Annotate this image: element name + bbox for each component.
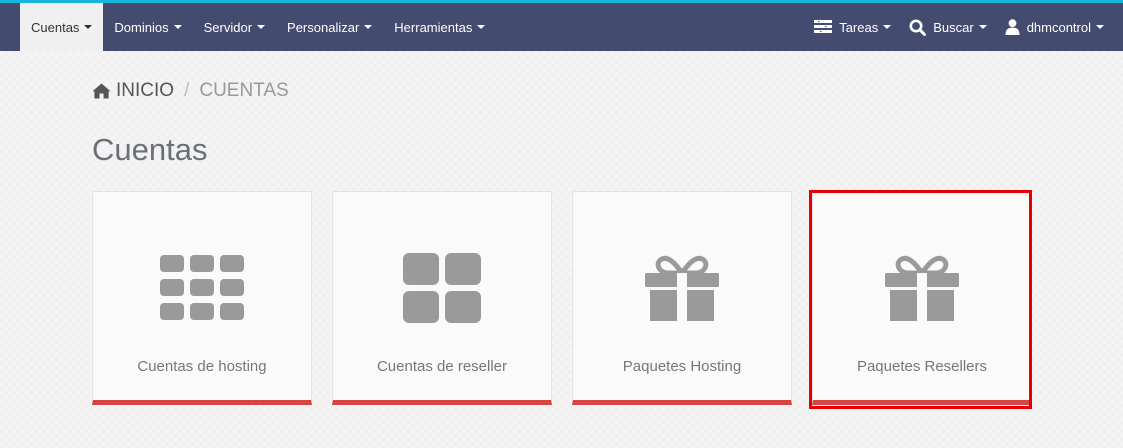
- breadcrumb-home[interactable]: INICIO: [92, 80, 174, 102]
- menu-buscar-label: Buscar: [933, 19, 974, 35]
- menu-cuentas[interactable]: Cuentas: [20, 3, 104, 51]
- card-label: Cuentas de reseller: [376, 358, 508, 375]
- page-title: Cuentas: [92, 132, 208, 167]
- card-cuentas-de-hosting[interactable]: Cuentas de hosting: [92, 191, 312, 405]
- breadcrumb-home-label: INICIO: [116, 80, 175, 101]
- menu-dominios-label: Dominios: [114, 19, 169, 35]
- caret-down-icon: [364, 25, 373, 29]
- menu-dominios[interactable]: Dominios: [103, 3, 192, 51]
- card-paquetes-resellers[interactable]: Paquetes Resellers: [812, 191, 1032, 405]
- grid-four-icon: [333, 252, 551, 324]
- caret-down-icon: [1096, 25, 1104, 29]
- caret-down-icon: [173, 25, 182, 29]
- breadcrumb: INICIO / CUENTAS: [92, 80, 289, 102]
- gift-icon: [573, 252, 791, 324]
- menu-usuario[interactable]: dhmcontrol: [996, 3, 1113, 51]
- menu-tareas[interactable]: Tareas: [805, 3, 900, 51]
- menu-servidor[interactable]: Servidor: [193, 3, 276, 51]
- card-label: Cuentas de hosting: [137, 358, 267, 375]
- menu-tareas-label: Tareas: [839, 19, 879, 35]
- menu-buscar[interactable]: Buscar: [900, 3, 995, 51]
- caret-down-icon: [883, 25, 892, 29]
- caret-down-icon: [257, 25, 266, 29]
- user-menu: Tareas Buscar dhmcontrol: [805, 3, 1113, 51]
- home-icon: [92, 83, 111, 99]
- menu-herramientas[interactable]: Herramientas: [383, 3, 496, 51]
- caret-down-icon: [477, 25, 486, 29]
- user-icon: [1005, 19, 1020, 35]
- top-navbar: Cuentas Dominios Servidor Personalizar H…: [0, 3, 1123, 51]
- card-label: Paquetes Resellers: [856, 358, 988, 375]
- breadcrumb-separator: /: [184, 80, 190, 101]
- grid-nine-icon: [93, 252, 311, 324]
- menu-servidor-label: Servidor: [203, 19, 253, 35]
- card-paquetes-hosting[interactable]: Paquetes Hosting: [572, 191, 792, 405]
- menu-herramientas-label: Herramientas: [394, 19, 473, 35]
- caret-down-icon: [84, 25, 93, 29]
- card-label: Paquetes Hosting: [622, 358, 742, 375]
- tasks-icon: [814, 20, 833, 34]
- caret-down-icon: [978, 25, 987, 29]
- search-icon: [909, 19, 927, 36]
- menu-personalizar-label: Personalizar: [287, 19, 360, 35]
- menu-cuentas-label: Cuentas: [31, 19, 80, 35]
- main-menu: Cuentas Dominios Servidor Personalizar H…: [20, 3, 496, 51]
- gift-icon: [813, 252, 1031, 324]
- breadcrumb-current: CUENTAS: [199, 80, 289, 101]
- card-cuentas-de-reseller[interactable]: Cuentas de reseller: [332, 191, 552, 405]
- menu-usuario-label: dhmcontrol: [1026, 19, 1091, 35]
- menu-personalizar[interactable]: Personalizar: [276, 3, 383, 51]
